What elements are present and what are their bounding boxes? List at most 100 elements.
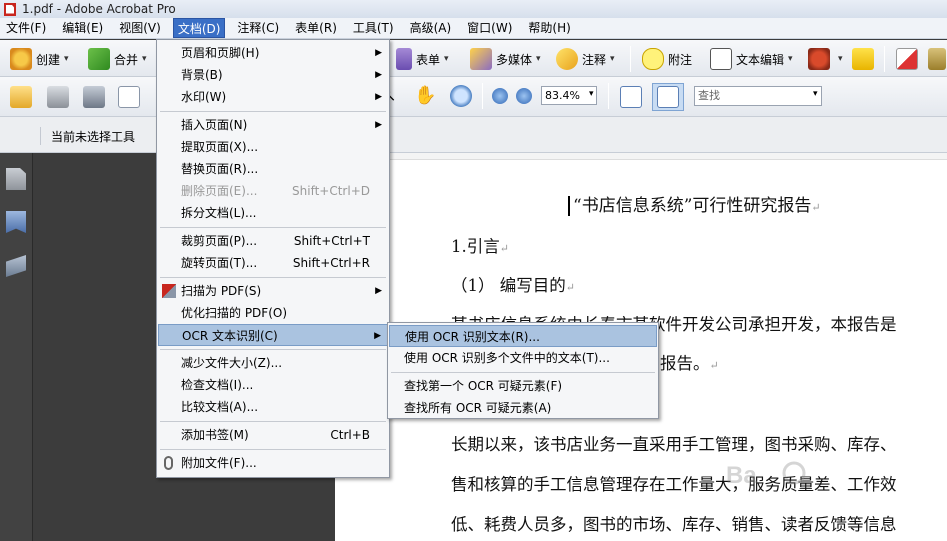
menu-item-recognize-multiple-files[interactable]: 使用 OCR 识别多个文件中的文本(T)...: [389, 347, 657, 369]
printer-icon: [47, 86, 69, 108]
window-title: 1.pdf - Adobe Acrobat Pro: [22, 2, 176, 16]
menu-item-insert-pages[interactable]: 插入页面(N) ▶: [158, 114, 388, 136]
comment-button[interactable]: 注释: [556, 48, 615, 70]
menu-item-reduce-file-size[interactable]: 减少文件大小(Z)...: [158, 352, 388, 374]
menu-item-header-footer[interactable]: 页眉和页脚(H) ▶: [158, 42, 388, 64]
combine-icon: [88, 48, 110, 70]
menu-comments[interactable]: 注释(C): [233, 18, 283, 38]
paragraph-line: 报告。↵: [660, 354, 719, 373]
hand-edit-button[interactable]: [928, 48, 947, 70]
menu-advanced[interactable]: 高级(A): [406, 18, 456, 38]
stamp-button[interactable]: [808, 48, 843, 70]
current-tool-status: 当前未选择工具: [40, 127, 135, 145]
menu-view[interactable]: 视图(V): [115, 18, 165, 38]
menu-item-crop-pages[interactable]: 裁剪页面(P)... Shift+Ctrl+T: [158, 230, 388, 252]
text-edit-button[interactable]: 文本编辑: [710, 48, 793, 70]
menu-tools[interactable]: 工具(T): [349, 18, 398, 38]
zoom-dropdown-arrow[interactable]: ▾: [589, 89, 594, 99]
menu-item-add-bookmark[interactable]: 添加书签(M) Ctrl+B: [158, 424, 388, 446]
menu-forms[interactable]: 表单(R): [291, 18, 341, 38]
paragraph-line: 低、耗费人员多，图书的市场、库存、销售、读者反馈等信息: [451, 515, 897, 534]
menu-item-attach-file[interactable]: 附加文件(F)...: [158, 452, 388, 474]
signatures-icon[interactable]: [6, 255, 26, 277]
print-button[interactable]: [47, 86, 73, 108]
page-ruler: [335, 153, 947, 160]
bookmarks-icon[interactable]: [6, 211, 26, 233]
menu-edit[interactable]: 编辑(E): [58, 18, 107, 38]
open-button[interactable]: [10, 86, 36, 108]
menu-item-delete-pages[interactable]: 删除页面(E)... Shift+Ctrl+D: [158, 180, 388, 202]
menu-item-scan-to-pdf[interactable]: 扫描为 PDF(S) ▶: [158, 280, 388, 302]
hand-tool-button[interactable]: ✋: [414, 85, 436, 106]
file-toolbar: ↖ ✋ 83.4% ▾ 查找 ▾: [0, 77, 947, 117]
pages-icon[interactable]: [6, 168, 26, 190]
scanner-icon: [162, 284, 176, 298]
chevron-down-icon: ▾: [589, 89, 594, 99]
fit-page-button[interactable]: [652, 83, 684, 111]
menu-help[interactable]: 帮助(H): [524, 18, 574, 38]
zoom-in-button[interactable]: [516, 88, 536, 104]
properties-bar: 当前未选择工具: [0, 117, 947, 153]
submenu-arrow-icon: ▶: [375, 120, 382, 130]
forms-button[interactable]: 表单: [396, 48, 449, 70]
menu-item-watermark[interactable]: 水印(W) ▶: [158, 86, 388, 108]
combine-button[interactable]: 合并: [88, 48, 147, 70]
menu-item-examine-document[interactable]: 检查文档(I)...: [158, 374, 388, 396]
menu-document[interactable]: 文档(D): [172, 18, 226, 38]
menu-divider: [160, 421, 386, 422]
toolbar-separator: [884, 46, 885, 72]
menu-divider: [160, 277, 386, 278]
submenu-arrow-icon: ▶: [375, 92, 382, 102]
ocr-submenu: 使用 OCR 识别文本(R)... 使用 OCR 识别多个文件中的文本(T)..…: [387, 322, 659, 419]
folder-icon: [10, 86, 32, 108]
hand-icon: ✋: [414, 85, 437, 106]
menu-item-find-first-suspect[interactable]: 查找第一个 OCR 可疑元素(F): [389, 375, 657, 397]
stamp-icon: [808, 48, 830, 70]
paragraph-line: 售和核算的手工信息管理存在工作量大，服务质量差、工作效: [451, 475, 897, 494]
markup-icon: [896, 48, 918, 70]
toolbar-separator: [482, 83, 483, 109]
find-input[interactable]: 查找: [694, 86, 822, 106]
menu-item-recognize-text-ocr[interactable]: 使用 OCR 识别文本(R)...: [389, 325, 657, 347]
paperclip-icon: [164, 456, 173, 470]
svg-text:Ba: Ba: [726, 462, 757, 489]
create-icon: [10, 48, 32, 70]
submenu-arrow-icon: ▶: [375, 70, 382, 80]
edit-icon: [928, 48, 946, 70]
submenu-arrow-icon: ▶: [375, 286, 382, 296]
sticky-note-button[interactable]: 附注: [642, 48, 692, 70]
zoom-tool-button[interactable]: [450, 85, 476, 107]
markup-button[interactable]: [896, 48, 922, 70]
menu-item-compare-documents[interactable]: 比较文档(A)...: [158, 396, 388, 418]
menu-item-extract-pages[interactable]: 提取页面(X)...: [158, 136, 388, 158]
menu-file[interactable]: 文件(F): [2, 18, 50, 38]
submenu-arrow-icon: ▶: [375, 48, 382, 58]
zoom-out-button[interactable]: [492, 88, 512, 104]
chevron-down-icon: ▾: [813, 89, 818, 99]
menu-item-optimize-scanned-pdf[interactable]: 优化扫描的 PDF(O): [158, 302, 388, 324]
menu-divider: [160, 111, 386, 112]
fit-width-button[interactable]: [620, 86, 646, 108]
zoom-out-icon: [492, 88, 508, 104]
menu-window[interactable]: 窗口(W): [463, 18, 516, 38]
menu-item-rotate-pages[interactable]: 旋转页面(T)... Shift+Ctrl+R: [158, 252, 388, 274]
section-heading: 1.引言↵: [451, 237, 509, 256]
save-button[interactable]: [83, 86, 109, 108]
menu-item-find-all-suspects[interactable]: 查找所有 OCR 可疑元素(A): [389, 397, 657, 419]
email-button[interactable]: [118, 86, 144, 108]
acrobat-pdf-icon: [4, 2, 16, 16]
menu-item-background[interactable]: 背景(B) ▶: [158, 64, 388, 86]
document-menu: 页眉和页脚(H) ▶ 背景(B) ▶ 水印(W) ▶ 插入页面(N) ▶ 提取页面(X)…: [156, 39, 390, 478]
menu-item-ocr-text-recognition[interactable]: OCR 文本识别(C) ▶: [158, 324, 388, 346]
menu-item-split-document[interactable]: 拆分文档(L)...: [158, 202, 388, 224]
menu-bar: 文件(F) 编辑(E) 视图(V) 文档(D) 注释(C) 表单(R) 工具(T…: [0, 18, 947, 39]
menu-item-replace-pages[interactable]: 替换页面(R)...: [158, 158, 388, 180]
submenu-arrow-icon: ▶: [374, 331, 381, 341]
create-button[interactable]: 创建: [10, 48, 69, 70]
fit-page-icon: [657, 86, 679, 108]
forms-icon: [396, 48, 412, 70]
highlight-text-button[interactable]: [852, 48, 878, 70]
find-dropdown-arrow[interactable]: ▾: [813, 89, 818, 99]
multimedia-button[interactable]: 多媒体: [470, 48, 541, 70]
multimedia-icon: [470, 48, 492, 70]
